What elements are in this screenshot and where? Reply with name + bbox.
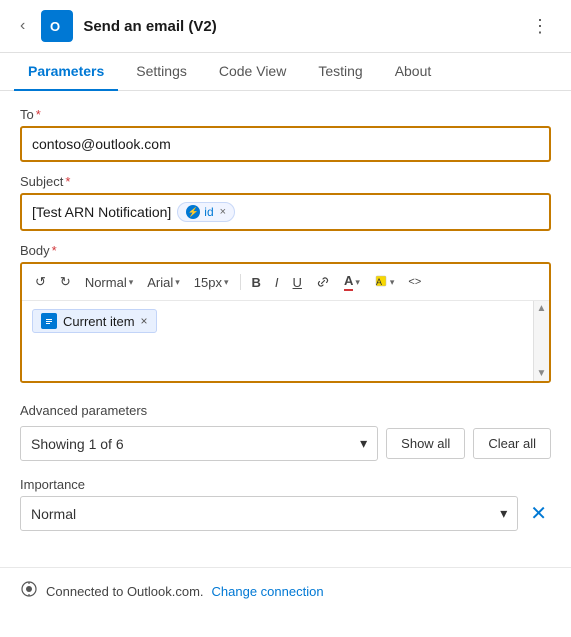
importance-label: Importance bbox=[20, 477, 551, 492]
advanced-section-label: Advanced parameters bbox=[20, 403, 551, 418]
token-icon: ⚡ bbox=[186, 205, 200, 219]
font-color-dropdown[interactable]: A ▾ bbox=[339, 270, 365, 294]
app-icon: O bbox=[41, 10, 73, 42]
highlight-icon: A bbox=[374, 274, 388, 291]
tab-about[interactable]: About bbox=[381, 53, 446, 91]
back-button[interactable]: ‹ bbox=[14, 15, 31, 37]
advanced-dropdown-chevron-icon: ▾ bbox=[360, 435, 367, 452]
underline-button[interactable]: U bbox=[288, 272, 307, 293]
source-button[interactable]: <> bbox=[403, 273, 426, 291]
subject-static-text: [Test ARN Notification] bbox=[32, 204, 171, 220]
importance-chevron-icon: ▾ bbox=[500, 505, 507, 522]
token-label: id bbox=[204, 205, 213, 219]
more-options-button[interactable]: ⋮ bbox=[523, 12, 557, 41]
body-field-group: Body* ↺ ↻ Normal ▾ Arial ▾ 15px ▾ bbox=[20, 243, 551, 383]
tab-code-view[interactable]: Code View bbox=[205, 53, 300, 91]
importance-value: Normal bbox=[31, 506, 76, 522]
advanced-dropdown-value: Showing 1 of 6 bbox=[31, 436, 124, 452]
show-all-button[interactable]: Show all bbox=[386, 428, 465, 459]
size-dropdown[interactable]: 15px ▾ bbox=[189, 272, 234, 293]
footer: Connected to Outlook.com. Change connect… bbox=[0, 567, 571, 615]
style-label: Normal bbox=[85, 275, 127, 290]
chip-icon bbox=[41, 313, 57, 329]
subject-label: Subject* bbox=[20, 174, 551, 189]
subject-field-group: Subject* [Test ARN Notification] ⚡ id × bbox=[20, 174, 551, 231]
size-label: 15px bbox=[194, 275, 222, 290]
style-chevron-icon: ▾ bbox=[129, 277, 134, 288]
importance-section: Importance Normal ▾ ✕ bbox=[20, 477, 551, 531]
subject-token[interactable]: ⚡ id × bbox=[177, 202, 235, 222]
tab-testing[interactable]: Testing bbox=[304, 53, 376, 91]
toolbar-separator-1 bbox=[240, 274, 241, 290]
font-color-chevron-icon: ▾ bbox=[355, 277, 360, 288]
header: ‹ O Send an email (V2) ⋮ bbox=[0, 0, 571, 53]
current-item-label: Current item bbox=[63, 314, 135, 329]
font-chevron-icon: ▾ bbox=[175, 277, 180, 288]
connection-text: Connected to Outlook.com. bbox=[46, 584, 204, 599]
svg-text:O: O bbox=[50, 19, 60, 34]
importance-row: Normal ▾ ✕ bbox=[20, 496, 551, 531]
current-item-chip[interactable]: Current item × bbox=[32, 309, 157, 333]
link-button[interactable] bbox=[311, 272, 335, 292]
advanced-section: Advanced parameters Showing 1 of 6 ▾ Sho… bbox=[20, 403, 551, 461]
chip-close-button[interactable]: × bbox=[141, 314, 148, 328]
clear-all-button[interactable]: Clear all bbox=[473, 428, 551, 459]
to-input[interactable] bbox=[20, 126, 551, 162]
editor-content[interactable]: Current item × bbox=[32, 309, 539, 333]
importance-clear-button[interactable]: ✕ bbox=[526, 497, 551, 530]
subject-input-wrapper[interactable]: [Test ARN Notification] ⚡ id × bbox=[20, 193, 551, 231]
highlight-dropdown[interactable]: A ▾ bbox=[369, 271, 400, 294]
tab-parameters[interactable]: Parameters bbox=[14, 53, 118, 91]
editor-scrollbar[interactable]: ▲ ▼ bbox=[533, 301, 549, 381]
tab-settings[interactable]: Settings bbox=[122, 53, 201, 91]
scroll-up-button[interactable]: ▲ bbox=[537, 303, 547, 314]
editor-body[interactable]: Current item × ▲ ▼ bbox=[22, 301, 549, 381]
advanced-dropdown[interactable]: Showing 1 of 6 ▾ bbox=[20, 426, 378, 461]
redo-button[interactable]: ↻ bbox=[55, 271, 76, 293]
main-content: To* Subject* [Test ARN Notification] ⚡ i… bbox=[0, 91, 571, 547]
token-close-button[interactable]: × bbox=[220, 206, 226, 218]
page-title: Send an email (V2) bbox=[83, 18, 216, 35]
advanced-row: Showing 1 of 6 ▾ Show all Clear all bbox=[20, 426, 551, 461]
bold-button[interactable]: B bbox=[247, 272, 266, 293]
font-label: Arial bbox=[147, 275, 173, 290]
svg-text:A: A bbox=[376, 277, 382, 287]
undo-button[interactable]: ↺ bbox=[30, 271, 51, 293]
header-left: ‹ O Send an email (V2) bbox=[14, 10, 217, 42]
body-label: Body* bbox=[20, 243, 551, 258]
font-color-label: A bbox=[344, 273, 353, 291]
importance-dropdown[interactable]: Normal ▾ bbox=[20, 496, 518, 531]
style-dropdown[interactable]: Normal ▾ bbox=[80, 272, 138, 293]
scroll-down-button[interactable]: ▼ bbox=[537, 368, 547, 379]
highlight-chevron-icon: ▾ bbox=[390, 277, 395, 288]
link-icon bbox=[316, 275, 330, 289]
font-dropdown[interactable]: Arial ▾ bbox=[142, 272, 185, 293]
italic-button[interactable]: I bbox=[270, 272, 284, 293]
to-field-group: To* bbox=[20, 107, 551, 162]
tabs-bar: Parameters Settings Code View Testing Ab… bbox=[0, 53, 571, 91]
body-editor: ↺ ↻ Normal ▾ Arial ▾ 15px ▾ B I U bbox=[20, 262, 551, 383]
connection-icon bbox=[20, 580, 38, 603]
change-connection-link[interactable]: Change connection bbox=[212, 584, 324, 599]
size-chevron-icon: ▾ bbox=[224, 277, 229, 288]
to-label: To* bbox=[20, 107, 551, 122]
editor-toolbar: ↺ ↻ Normal ▾ Arial ▾ 15px ▾ B I U bbox=[22, 264, 549, 301]
